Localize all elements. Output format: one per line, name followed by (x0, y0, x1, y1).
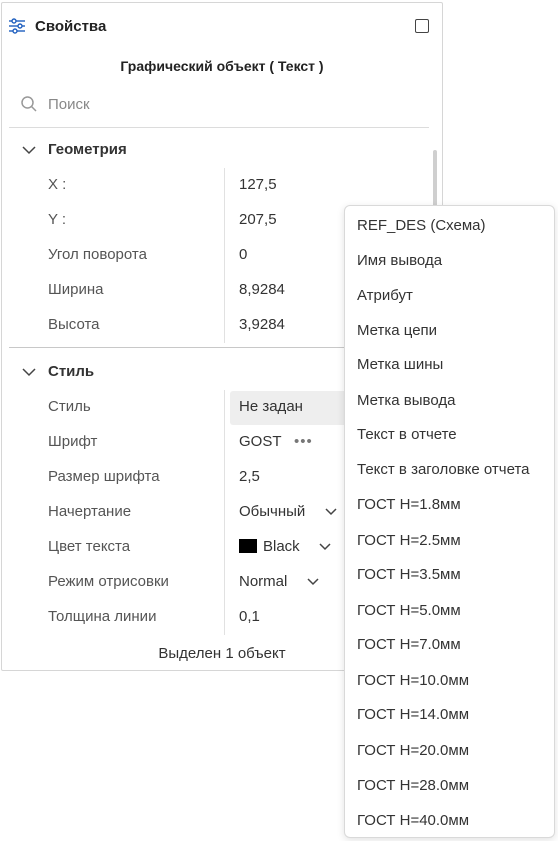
chevron-down-icon (22, 145, 36, 155)
dropdown-item[interactable]: ГОСТ H=40.0мм (357, 812, 469, 829)
chevron-down-icon[interactable] (325, 508, 337, 516)
property-label: Цвет текста (48, 538, 131, 555)
object-title: Графический объект ( Текст ) (120, 58, 324, 74)
dropdown-item[interactable]: ГОСТ H=5.0мм (357, 602, 461, 619)
style-dropdown-menu: REF_DES (Схема) Имя вывода Атрибут Метка… (344, 205, 555, 838)
style-select[interactable]: Не задан (239, 398, 303, 415)
dropdown-item[interactable]: REF_DES (Схема) (357, 217, 486, 234)
sliders-icon (8, 17, 26, 35)
color-select[interactable]: Black (239, 538, 300, 555)
property-label: Режим отрисовки (48, 573, 169, 590)
dropdown-item[interactable]: ГОСТ H=28.0мм (357, 777, 469, 794)
property-label: Стиль (48, 398, 91, 415)
search-placeholder[interactable]: Поиск (48, 96, 90, 113)
dropdown-item[interactable]: ГОСТ H=14.0мм (357, 706, 469, 723)
dropdown-item[interactable]: Метка шины (357, 356, 443, 373)
font-style-select[interactable]: Обычный (239, 503, 305, 520)
dropdown-item[interactable]: Имя вывода (357, 252, 442, 269)
dropdown-item[interactable]: ГОСТ H=10.0мм (357, 672, 469, 689)
property-label: X : (48, 176, 67, 193)
panel-header: Свойства (2, 3, 442, 47)
color-swatch (239, 539, 257, 553)
property-label: Ширина (48, 281, 104, 298)
property-value[interactable]: 0,1 (239, 608, 260, 625)
dropdown-item[interactable]: ГОСТ H=7.0мм (357, 636, 461, 653)
section-label: Стиль (48, 363, 95, 380)
property-value[interactable]: 127,5 (239, 176, 277, 193)
property-value[interactable]: 2,5 (239, 468, 260, 485)
property-value[interactable]: GOST (239, 433, 282, 450)
dropdown-item[interactable]: ГОСТ H=2.5мм (357, 532, 461, 549)
property-label: Толщина линии (48, 608, 157, 625)
property-value[interactable]: 8,9284 (239, 281, 285, 298)
search-icon (20, 95, 38, 113)
section-label: Геометрия (48, 141, 127, 158)
property-label: Размер шрифта (48, 468, 160, 485)
dropdown-item[interactable]: Метка вывода (357, 392, 455, 409)
dropdown-item[interactable]: ГОСТ H=3.5мм (357, 566, 461, 583)
dropdown-item[interactable]: ГОСТ H=20.0мм (357, 742, 469, 759)
more-icon[interactable]: ••• (294, 433, 313, 450)
property-value[interactable]: 207,5 (239, 211, 277, 228)
dropdown-item[interactable]: Атрибут (357, 287, 413, 304)
property-label: Y : (48, 211, 67, 228)
property-label: Начертание (48, 503, 132, 520)
chevron-down-icon[interactable] (319, 543, 331, 551)
property-label: Шрифт (48, 433, 98, 450)
property-label: Угол поворота (48, 246, 147, 263)
render-mode-select[interactable]: Normal (239, 573, 287, 590)
chevron-down-icon (22, 367, 36, 377)
property-value[interactable]: 3,9284 (239, 316, 285, 333)
maximize-icon[interactable] (415, 19, 429, 33)
search-box[interactable]: Поиск (20, 93, 420, 115)
dropdown-item[interactable]: Метка цепи (357, 322, 437, 339)
dropdown-item[interactable]: ГОСТ H=1.8мм (357, 496, 461, 513)
chevron-down-icon[interactable] (307, 578, 319, 586)
divider (9, 127, 429, 128)
dropdown-item[interactable]: Текст в заголовке отчета (357, 461, 530, 478)
property-row-x: X : 127,5 (2, 170, 442, 198)
panel-title: Свойства (35, 18, 107, 35)
dropdown-item[interactable]: Текст в отчете (357, 426, 457, 443)
property-label: Высота (48, 316, 100, 333)
property-value[interactable]: 0 (239, 246, 247, 263)
color-name: Black (263, 538, 300, 555)
